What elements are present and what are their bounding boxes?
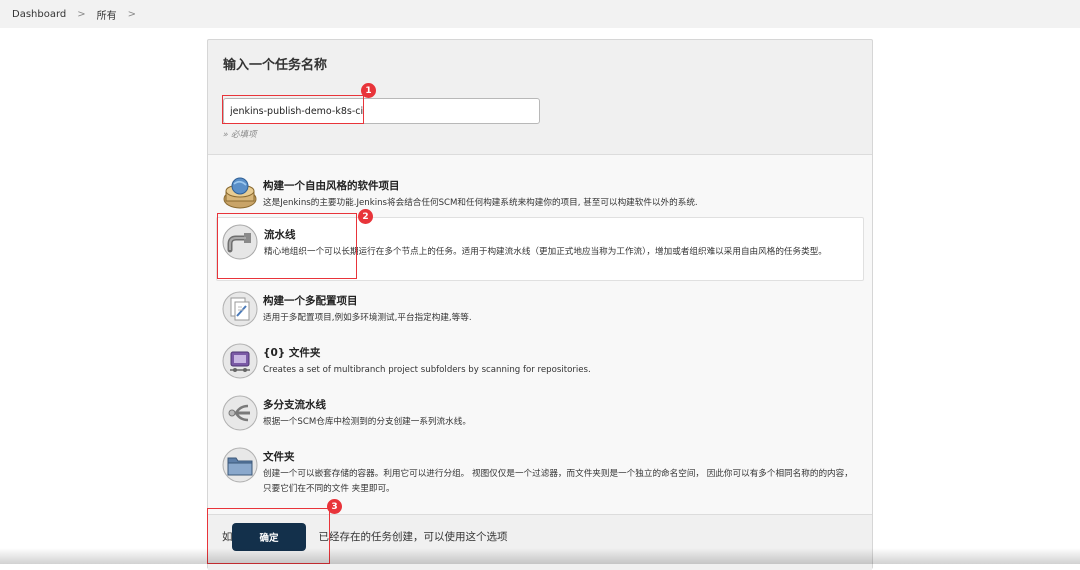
item-type-description: Creates a set of multibranch project sub… xyxy=(263,365,591,375)
item-type-folder[interactable]: 文件夹 创建一个可以嵌套存储的容器。利用它可以进行分组。 视图仅仅是一个过滤器，… xyxy=(216,437,864,507)
folder-icon xyxy=(222,447,258,483)
breadcrumb-all[interactable]: 所有 xyxy=(97,7,117,22)
multibranch-pipeline-icon xyxy=(222,395,258,431)
item-type-description: 创建一个可以嵌套存储的容器。利用它可以进行分组。 视图仅仅是一个过滤器，而文件夹… xyxy=(263,469,853,494)
callout-box-pipeline xyxy=(217,213,357,279)
copy-from-text: 已经存在的任务创建，可以使用这个选项 xyxy=(318,531,508,543)
required-note: » 必填项 xyxy=(223,130,257,140)
breadcrumb-dashboard[interactable]: Dashboard xyxy=(12,9,66,20)
item-type-title: 文件夹 xyxy=(263,451,295,463)
item-type-description: 这是Jenkins的主要功能.Jenkins将会结合任何SCM和任何构建系统来构… xyxy=(263,198,698,208)
item-type-description: 根据一个SCM仓库中检测到的分支创建一系列流水线。 xyxy=(263,417,471,427)
freestyle-project-icon xyxy=(223,177,257,209)
multi-config-project-icon xyxy=(222,291,258,327)
breadcrumb-chevron-icon[interactable]: > xyxy=(128,9,136,20)
item-type-title: {0} 文件夹 xyxy=(263,347,321,359)
callout-box-ok-button xyxy=(207,508,330,564)
callout-badge-2: 2 xyxy=(358,209,373,224)
callout-box-item-name xyxy=(222,95,364,124)
callout-badge-3: 3 xyxy=(327,499,342,514)
breadcrumb-chevron-icon: > xyxy=(77,8,86,20)
item-type-description: 适用于多配置项目,例如多环境测试,平台指定构建,等等. xyxy=(263,313,472,323)
item-type-title: 构建一个多配置项目 xyxy=(263,295,358,307)
callout-badge-1: 1 xyxy=(361,83,376,98)
organization-folder-icon xyxy=(222,343,258,379)
item-type-title: 多分支流水线 xyxy=(263,399,326,411)
item-type-list: 构建一个自由风格的软件项目 这是Jenkins的主要功能.Jenkins将会结合… xyxy=(208,154,872,514)
page-title: 输入一个任务名称 xyxy=(223,58,328,73)
item-type-title: 构建一个自由风格的软件项目 xyxy=(263,180,400,192)
breadcrumb: Dashboard > 所有 > xyxy=(0,0,1080,28)
